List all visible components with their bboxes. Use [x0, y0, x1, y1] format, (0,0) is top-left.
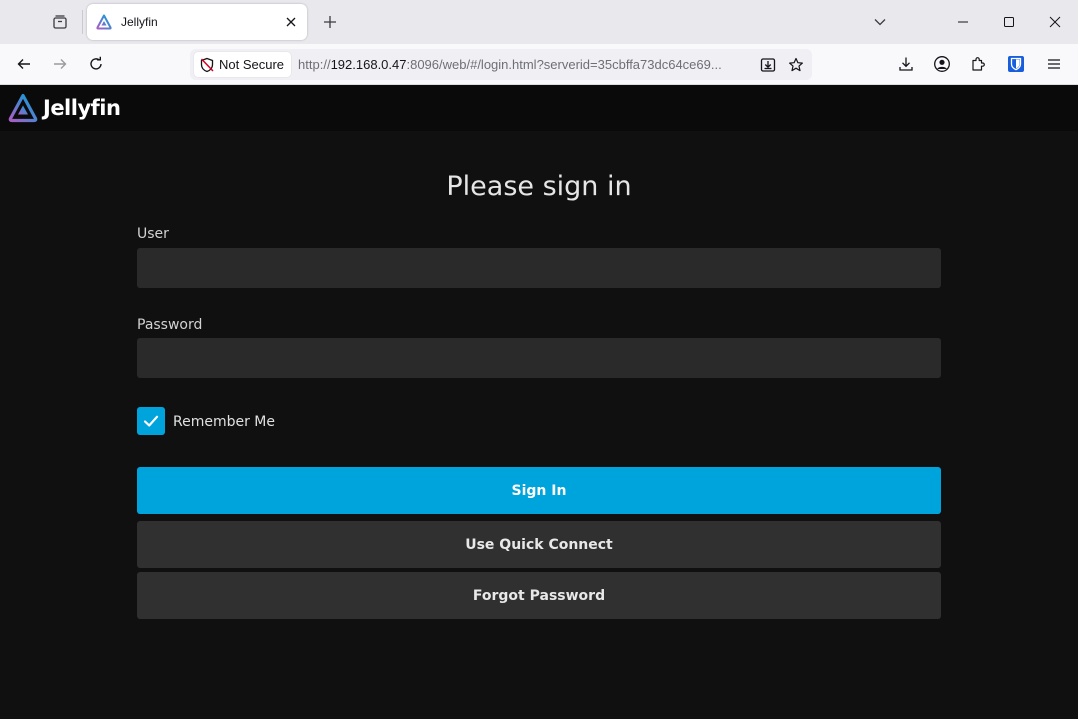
checkmark-icon — [142, 412, 160, 430]
user-input[interactable] — [137, 248, 941, 288]
tab-list-icon[interactable] — [44, 6, 76, 38]
save-page-icon[interactable] — [755, 52, 781, 78]
remember-me-checkbox[interactable] — [137, 407, 165, 435]
tab-title: Jellyfin — [121, 15, 158, 29]
menu-icon[interactable] — [1039, 49, 1069, 79]
jellyfin-icon — [96, 14, 112, 30]
forward-arrow-icon[interactable] — [45, 49, 75, 79]
jellyfin-logo-icon — [8, 93, 38, 123]
jellyfin-logo-text: Jellyfin — [43, 96, 121, 120]
window-close-icon[interactable] — [1032, 0, 1078, 44]
password-label: Password — [137, 317, 203, 333]
maximize-icon[interactable] — [986, 0, 1032, 44]
jellyfin-logo[interactable]: Jellyfin — [8, 93, 121, 123]
reload-icon[interactable] — [81, 49, 111, 79]
login-page: Please sign in User Password Remember Me… — [0, 131, 1078, 719]
security-indicator[interactable]: Not Secure — [194, 52, 292, 77]
close-icon[interactable] — [281, 12, 301, 32]
browser-tab-jellyfin[interactable]: Jellyfin — [87, 4, 307, 40]
account-icon[interactable] — [927, 49, 957, 79]
sign-in-button[interactable]: Sign In — [137, 467, 941, 514]
remember-me-label[interactable]: Remember Me — [173, 414, 275, 430]
plus-icon[interactable] — [316, 8, 344, 36]
star-icon[interactable] — [783, 52, 809, 78]
chevron-down-icon[interactable] — [866, 8, 894, 36]
url-text[interactable]: http://192.168.0.47:8096/web/#/login.htm… — [298, 57, 744, 72]
url-path: :8096/web/#/login.html?serverid=35cbffa7… — [406, 57, 722, 72]
minimize-icon[interactable] — [940, 0, 986, 44]
shield-slash-icon — [199, 57, 215, 73]
page-title: Please sign in — [446, 171, 632, 202]
bitwarden-icon[interactable] — [1001, 49, 1031, 79]
not-secure-label: Not Secure — [219, 57, 285, 72]
password-input[interactable] — [137, 338, 941, 378]
url-scheme: http:// — [298, 57, 331, 72]
extensions-icon[interactable] — [963, 49, 993, 79]
download-icon[interactable] — [891, 49, 921, 79]
browser-tab-bar: Jellyfin — [0, 0, 1078, 44]
tab-separator — [82, 10, 83, 34]
url-host: 192.168.0.47 — [330, 57, 407, 72]
forgot-password-button[interactable]: Forgot Password — [137, 572, 941, 619]
back-arrow-icon[interactable] — [9, 49, 39, 79]
quick-connect-button[interactable]: Use Quick Connect — [137, 521, 941, 568]
app-header: Jellyfin — [0, 85, 1078, 131]
address-bar[interactable]: Not Secure http://192.168.0.47:8096/web/… — [190, 49, 812, 80]
user-label: User — [137, 226, 169, 242]
browser-toolbar: Not Secure http://192.168.0.47:8096/web/… — [0, 44, 1078, 85]
